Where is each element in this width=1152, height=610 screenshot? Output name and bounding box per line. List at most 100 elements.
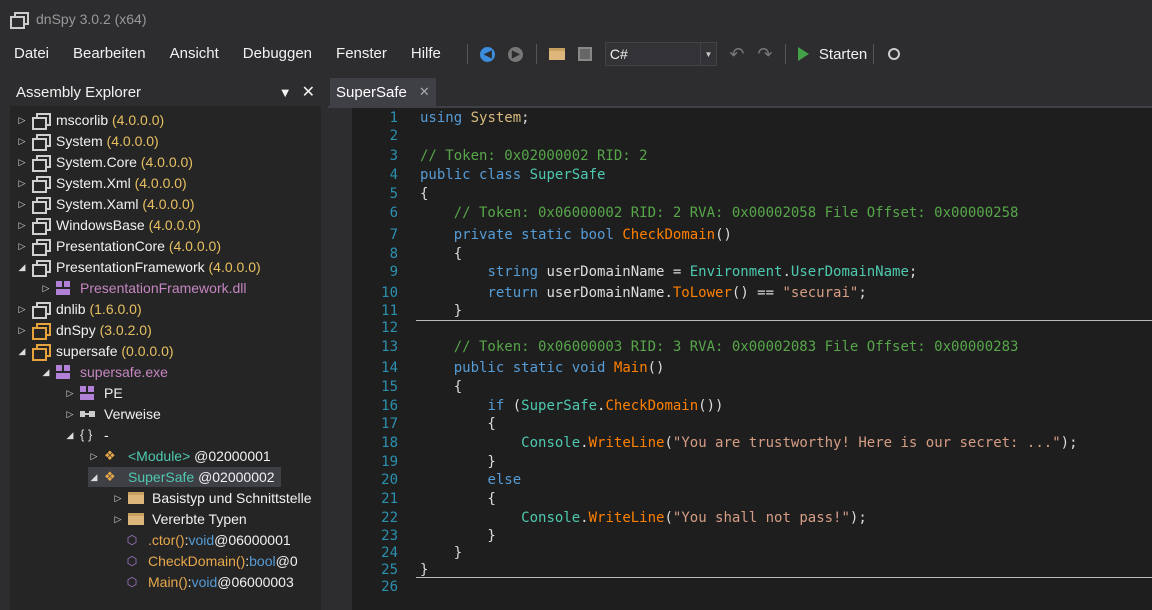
- menu-ansicht[interactable]: Ansicht: [158, 40, 231, 68]
- window-title: dnSpy 3.0.2 (x64): [36, 11, 147, 27]
- tree-node-supersafe-class[interactable]: ◢ ❖ SuperSafe @02000002: [88, 467, 281, 487]
- menu-hilfe[interactable]: Hilfe: [399, 40, 453, 68]
- tree-node-checkdomain[interactable]: ⬡ CheckDomain() : bool @0: [124, 551, 298, 571]
- code-line: public class SuperSafe: [420, 167, 606, 183]
- expand-icon[interactable]: ▷: [16, 115, 28, 126]
- undo-button[interactable]: ↶: [725, 42, 749, 66]
- tree-node-system-xml[interactable]: ▷ System.Xml (4.0.0.0): [16, 173, 187, 193]
- redo-icon: ↷: [757, 43, 773, 64]
- folder-open-icon: [548, 48, 565, 60]
- redo-button[interactable]: ↷: [753, 42, 777, 66]
- collapse-icon[interactable]: ◢: [64, 430, 76, 441]
- menu-bearbeiten[interactable]: Bearbeiten: [61, 40, 158, 68]
- tree-node-system[interactable]: ▷ System (4.0.0.0): [16, 131, 159, 151]
- line-number: 13: [381, 339, 398, 355]
- close-icon[interactable]: ✕: [302, 82, 315, 102]
- code-line: }: [420, 303, 463, 319]
- node-version: (1.6.0.0): [89, 301, 142, 317]
- node-label: Basistyp und Schnittstelle: [152, 490, 312, 506]
- language-select[interactable]: C# ▼: [604, 42, 717, 66]
- tree-node-namespace[interactable]: ◢ { } -: [64, 425, 109, 445]
- back-button[interactable]: ◀: [476, 42, 500, 66]
- node-label: PresentationFramework: [56, 259, 205, 275]
- collapse-icon[interactable]: ◢: [16, 346, 28, 357]
- line-number: 5: [389, 186, 398, 202]
- code-line: public static void Main(): [453, 360, 665, 376]
- expand-icon[interactable]: ▷: [16, 178, 28, 189]
- forward-arrow-icon: ▶: [508, 46, 524, 62]
- menu-debuggen[interactable]: Debuggen: [231, 40, 324, 68]
- expand-icon[interactable]: ▷: [16, 241, 28, 252]
- save-button[interactable]: [573, 42, 597, 66]
- expand-icon[interactable]: ▷: [16, 220, 28, 231]
- tree-node-verweise[interactable]: ▷ Verweise: [64, 404, 161, 424]
- tree-node-mscorlib[interactable]: ▷ mscorlib (4.0.0.0): [16, 110, 164, 130]
- expand-icon[interactable]: ▷: [112, 493, 124, 504]
- code-line: }: [420, 545, 463, 561]
- expand-icon[interactable]: ▷: [64, 409, 76, 420]
- tree-node-dnspy[interactable]: ▷ dnSpy (3.0.2.0): [16, 320, 152, 340]
- expand-icon[interactable]: ▷: [16, 157, 28, 168]
- tree-node-supersafe[interactable]: ◢ supersafe (0.0.0.0): [16, 341, 174, 361]
- code-line: // Token: 0x06000002 RID: 2 RVA: 0x00002…: [453, 205, 1019, 221]
- tree-node-module[interactable]: ▷ ❖ <Module> @02000001: [88, 446, 271, 466]
- node-label: WindowsBase: [56, 217, 145, 233]
- tree-node-presentationframework[interactable]: ◢ PresentationFramework (4.0.0.0): [16, 257, 261, 277]
- expand-icon[interactable]: ▷: [88, 451, 100, 462]
- open-button[interactable]: [545, 42, 569, 66]
- start-button[interactable]: Starten: [797, 46, 867, 63]
- tree-node-system-core[interactable]: ▷ System.Core (4.0.0.0): [16, 152, 193, 172]
- tree-node-presentationframework-dll[interactable]: ▷ PresentationFramework.dll: [40, 278, 247, 298]
- collapse-icon[interactable]: ◢: [40, 367, 52, 378]
- expand-icon[interactable]: ▷: [64, 388, 76, 399]
- line-number: 15: [381, 379, 398, 395]
- tree-node-ctor[interactable]: ⬡ .ctor() : void @06000001: [124, 530, 291, 550]
- references-icon: [80, 407, 96, 421]
- expand-icon[interactable]: ▷: [40, 283, 52, 294]
- code-editor[interactable]: 1 2 3 4 5 6 7 8 9 10 11 12 13 14 15 16 17 18 19 20 21 22 23 24 2…: [352, 108, 1152, 610]
- node-version: (4.0.0.0): [106, 133, 159, 149]
- private-method-icon: ⬡: [126, 554, 138, 568]
- menu-fenster[interactable]: Fenster: [324, 40, 399, 68]
- expand-icon[interactable]: ▷: [16, 325, 28, 336]
- search-button[interactable]: [882, 42, 906, 66]
- tab-supersafe[interactable]: SuperSafe ✕: [330, 78, 436, 106]
- line-number: 24: [381, 545, 398, 561]
- forward-button[interactable]: ▶: [504, 42, 528, 66]
- node-label: .ctor(): [148, 532, 185, 548]
- node-label: dnlib: [56, 301, 86, 317]
- tree-node-derived-types[interactable]: ▷ Vererbte Typen: [112, 509, 247, 529]
- line-number: 26: [381, 579, 398, 595]
- back-arrow-icon: ◀: [480, 46, 496, 62]
- method-icon: ⬡: [126, 575, 138, 589]
- node-label: mscorlib: [56, 112, 109, 128]
- collapse-icon[interactable]: ◢: [88, 472, 100, 483]
- code-line: }: [420, 528, 496, 544]
- tree-node-windowsbase[interactable]: ▷ WindowsBase (4.0.0.0): [16, 215, 201, 235]
- code-line: {: [420, 416, 496, 432]
- tree-node-system-xaml[interactable]: ▷ System.Xaml (4.0.0.0): [16, 194, 195, 214]
- tree-node-pe[interactable]: ▷ PE: [64, 383, 123, 403]
- line-number: 7: [389, 227, 398, 243]
- expand-icon[interactable]: ▷: [112, 514, 124, 525]
- assembly-explorer-header: Assembly Explorer ▼ ✕: [10, 78, 321, 106]
- module-icon: [56, 365, 72, 379]
- panel-splitter[interactable]: [322, 78, 328, 610]
- line-number: 9: [389, 264, 398, 280]
- menu-datei[interactable]: Datei: [2, 40, 61, 68]
- tree-node-main[interactable]: ⬡ Main() : void @06000003: [124, 572, 294, 592]
- expand-icon[interactable]: ▷: [16, 304, 28, 315]
- node-label: System.Xml: [56, 175, 131, 191]
- node-label: Main(): [148, 574, 188, 590]
- expand-icon[interactable]: ▷: [16, 199, 28, 210]
- node-label: supersafe.exe: [80, 364, 168, 380]
- tree-node-base-types[interactable]: ▷ Basistyp und Schnittstelle: [112, 488, 312, 508]
- collapse-icon[interactable]: ◢: [16, 262, 28, 273]
- node-token: @06000001: [214, 532, 291, 548]
- panel-menu-icon[interactable]: ▼: [279, 85, 292, 100]
- tree-node-presentationcore[interactable]: ▷ PresentationCore (4.0.0.0): [16, 236, 221, 256]
- tree-node-supersafe-exe[interactable]: ◢ supersafe.exe: [40, 362, 168, 382]
- tab-close-icon[interactable]: ✕: [419, 84, 430, 100]
- expand-icon[interactable]: ▷: [16, 136, 28, 147]
- tree-node-dnlib[interactable]: ▷ dnlib (1.6.0.0): [16, 299, 142, 319]
